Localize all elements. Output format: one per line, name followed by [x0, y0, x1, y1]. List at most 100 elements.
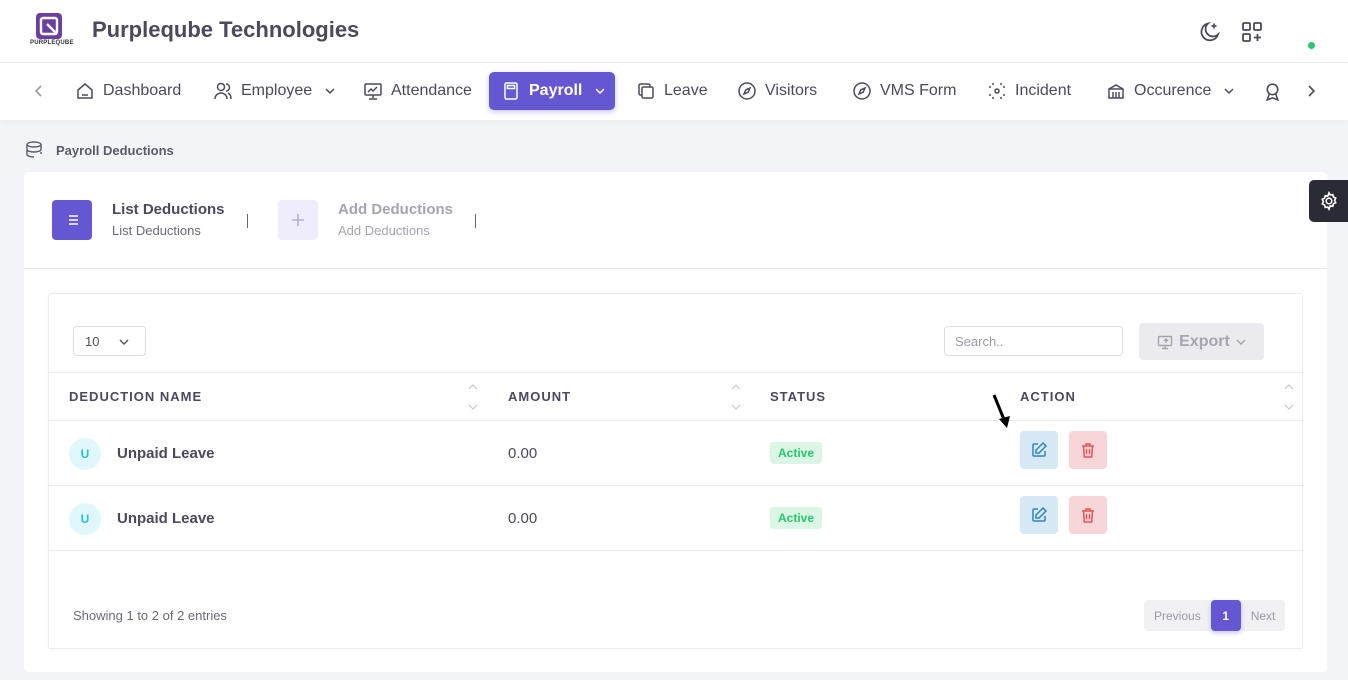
table-header: DEDUCTION NAME AMOUNT STATUS ACTION: [49, 372, 1304, 421]
nav-item-vms-form[interactable]: VMS Form: [840, 72, 968, 110]
table-row: U Unpaid Leave 0.00 Active: [49, 421, 1304, 486]
nav-item-employee[interactable]: Employee: [201, 72, 348, 110]
main-nav: Dashboard Employee Attendance Payroll Le…: [0, 63, 1348, 120]
deduction-amount: 0.00: [508, 445, 538, 462]
avatar: U: [69, 438, 101, 470]
table-info: Showing 1 to 2 of 2 entries: [73, 608, 227, 623]
status-badge: Active: [770, 442, 823, 464]
nav-label-attendance: Attendance: [391, 82, 472, 99]
tab-list-subtitle: List Deductions: [112, 223, 201, 238]
tab-add-deductions[interactable]: [278, 200, 318, 240]
sort-icon[interactable]: [467, 383, 479, 411]
nav-scroll-left-icon[interactable]: [30, 82, 48, 100]
compass-icon: [738, 82, 756, 100]
avatar: U: [69, 503, 101, 535]
trash-icon: [1082, 443, 1094, 458]
breadcrumb: Payroll Deductions: [24, 140, 174, 160]
database-icon: [26, 141, 42, 158]
nav-item-payroll[interactable]: Payroll: [489, 72, 615, 110]
nav-item-dashboard[interactable]: Dashboard: [63, 72, 193, 110]
nav-item-incident[interactable]: Incident: [975, 72, 1083, 110]
nav-label-incident: Incident: [1015, 82, 1072, 99]
pagination: Previous 1 Next: [1144, 600, 1286, 631]
grid-plus-icon[interactable]: [1240, 20, 1264, 44]
edit-icon: [1032, 441, 1048, 457]
breadcrumb-label: Payroll Deductions: [56, 142, 174, 158]
nav-label-payroll: Payroll: [529, 82, 583, 99]
plus-icon: [292, 214, 304, 226]
logo-mark-icon: [36, 13, 62, 39]
edit-button[interactable]: [1020, 431, 1058, 469]
moon-icon[interactable]: [1198, 20, 1222, 44]
online-status-dot: [1308, 42, 1315, 49]
home-icon: [77, 83, 93, 99]
edit-icon: [1032, 506, 1048, 522]
search-input[interactable]: [944, 326, 1123, 356]
company-name: Purpleqube Technologies: [92, 17, 360, 42]
nav-label-dashboard: Dashboard: [103, 82, 182, 99]
presentation-icon: [364, 83, 382, 100]
nav-label-employee: Employee: [241, 82, 313, 99]
edit-button[interactable]: [1020, 496, 1058, 534]
nav-item-visitors[interactable]: Visitors: [725, 72, 829, 110]
column-header-deduction-name[interactable]: DEDUCTION NAME: [69, 389, 202, 404]
nav-label-visitors: Visitors: [765, 82, 818, 99]
chevron-down-icon: [1224, 88, 1234, 95]
company-logo[interactable]: PURPLEQUBE: [30, 10, 74, 50]
column-header-action: ACTION: [1020, 389, 1076, 404]
nav-item-occurence[interactable]: Occurence: [1094, 72, 1247, 110]
tab-list-deductions[interactable]: [52, 200, 92, 240]
chevron-down-icon: [119, 339, 129, 345]
nav-label-vms-form: VMS Form: [880, 82, 957, 99]
chevron-down-icon: [595, 88, 605, 95]
deductions-card: List Deductions List Deductions Add Dedu…: [24, 172, 1327, 672]
nav-item-leave[interactable]: Leave: [624, 72, 720, 110]
deduction-name: Unpaid Leave: [117, 510, 215, 527]
nav-label-occurence: Occurence: [1134, 82, 1212, 99]
nav-item-attendance[interactable]: Attendance: [351, 72, 484, 110]
delete-button[interactable]: [1069, 496, 1107, 534]
copy-icon: [638, 83, 654, 99]
nav-label-leave: Leave: [664, 82, 708, 99]
app-header: PURPLEQUBE Purpleqube Technologies: [0, 0, 1348, 63]
customizer-toggle[interactable]: [1309, 180, 1348, 222]
cursor-arrow-icon: [992, 394, 1010, 428]
tab-separator: [475, 214, 476, 228]
screen-share-icon: [1157, 335, 1173, 349]
users-icon: [214, 82, 232, 100]
column-header-amount[interactable]: AMOUNT: [508, 389, 571, 404]
sort-icon[interactable]: [1283, 383, 1295, 411]
calculator-icon: [504, 82, 518, 100]
previous-page-button[interactable]: Previous: [1144, 600, 1211, 631]
focus-icon: [989, 83, 1005, 99]
gear-icon: [1320, 191, 1337, 211]
compass-icon: [853, 82, 871, 100]
export-label: Export: [1179, 332, 1230, 350]
tab-add-title[interactable]: Add Deductions: [338, 201, 453, 218]
nav-scroll-right-icon[interactable]: [1302, 82, 1320, 100]
logo-text: PURPLEQUBE: [30, 40, 74, 46]
list-icon: [66, 215, 78, 225]
next-page-button[interactable]: Next: [1241, 600, 1286, 631]
award-icon[interactable]: [1262, 81, 1283, 102]
status-badge: Active: [770, 507, 823, 529]
delete-button[interactable]: [1069, 431, 1107, 469]
column-header-status: STATUS: [770, 389, 827, 404]
page-1-button[interactable]: 1: [1210, 600, 1241, 631]
building-icon: [1108, 84, 1124, 99]
sort-icon[interactable]: [730, 383, 742, 411]
deductions-table-container: 10 Export DEDUCTION NAME AMOUNT STATUS A…: [48, 293, 1304, 649]
deduction-amount: 0.00: [508, 510, 538, 527]
table-row: U Unpaid Leave 0.00 Active: [49, 486, 1304, 551]
tab-add-subtitle: Add Deductions: [338, 223, 430, 238]
chevron-down-icon: [325, 88, 335, 95]
trash-icon: [1082, 508, 1094, 523]
page-length-value: 10: [85, 333, 100, 349]
deduction-name: Unpaid Leave: [117, 445, 215, 462]
deduction-tabs: List Deductions List Deductions Add Dedu…: [24, 172, 1327, 269]
tab-separator: [247, 214, 248, 228]
page-length-select[interactable]: 10: [73, 326, 146, 356]
tab-list-title[interactable]: List Deductions: [112, 201, 225, 218]
chevron-down-icon: [1236, 339, 1246, 345]
export-button[interactable]: Export: [1139, 323, 1264, 360]
